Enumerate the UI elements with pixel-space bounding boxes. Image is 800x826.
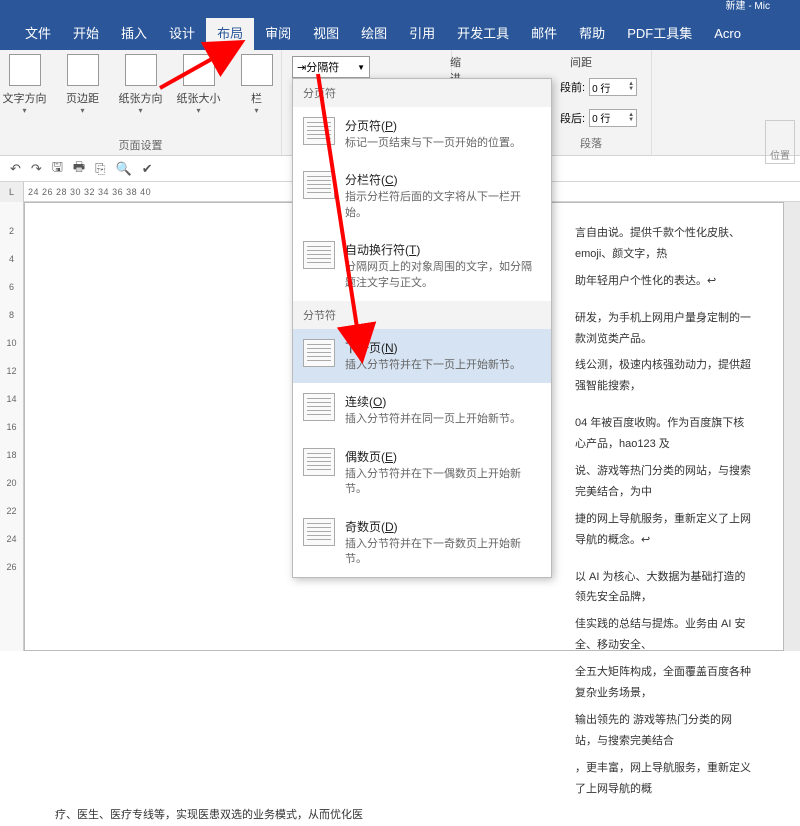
size-button[interactable]: 纸张大小▾: [173, 54, 225, 115]
ruler-corner: L: [0, 182, 24, 202]
space-before-label: 段前:: [560, 79, 585, 95]
tab-pdf[interactable]: PDF工具集: [616, 18, 703, 50]
tab-mail[interactable]: 邮件: [520, 18, 568, 50]
breaks-dropdown-menu: 分页符 分页符(P)标记一页结束与下一页开始的位置。 分栏符(C)指示分栏符后面…: [292, 78, 552, 578]
space-before-input[interactable]: 0 行▲▼: [589, 78, 637, 96]
tab-layout[interactable]: 布局: [206, 18, 254, 50]
margins-button[interactable]: 页边距▾: [57, 54, 109, 115]
orientation-icon: [125, 54, 157, 86]
text-wrap-icon: [303, 241, 335, 269]
tab-draw[interactable]: 绘图: [350, 18, 398, 50]
undo-button[interactable]: ↶: [10, 161, 21, 177]
tab-view[interactable]: 视图: [302, 18, 350, 50]
tab-insert[interactable]: 插入: [110, 18, 158, 50]
columns-icon: [241, 54, 273, 86]
margins-icon: [67, 54, 99, 86]
menu-item-continuous[interactable]: 连续(O)插入分节符并在同一页上开始新节。: [293, 383, 551, 437]
page-break-icon: [303, 117, 335, 145]
column-break-icon: [303, 171, 335, 199]
continuous-icon: [303, 393, 335, 421]
menu-item-text-wrap[interactable]: 自动换行符(T)分隔网页上的对象周围的文字，如分隔题注文字与正文。: [293, 231, 551, 301]
chevron-down-icon: ▼: [357, 63, 365, 72]
breaks-dropdown-trigger[interactable]: ⇥ 分隔符 ▼: [292, 56, 370, 78]
clipboard-button[interactable]: ⎘: [95, 161, 105, 177]
orientation-button[interactable]: 纸张方向▾: [115, 54, 167, 115]
section-label-section-breaks: 分节符: [293, 301, 551, 329]
tab-references[interactable]: 引用: [398, 18, 446, 50]
next-page-icon: [303, 339, 335, 367]
tab-home[interactable]: 开始: [62, 18, 110, 50]
breaks-icon: ⇥: [297, 61, 306, 74]
size-icon: [183, 54, 215, 86]
menu-item-next-page[interactable]: 下一页(N)插入分节符并在下一页上开始新节。: [293, 329, 551, 383]
section-label-page-breaks: 分页符: [293, 79, 551, 107]
print-button[interactable]: 🖶: [73, 158, 85, 180]
tab-design[interactable]: 设计: [158, 18, 206, 50]
tab-developer[interactable]: 开发工具: [446, 18, 520, 50]
menu-item-even-page[interactable]: 偶数页(E)插入分节符并在下一偶数页上开始新节。: [293, 438, 551, 508]
tab-help[interactable]: 帮助: [568, 18, 616, 50]
paragraph-label: 段落: [580, 135, 602, 151]
even-page-icon: [303, 448, 335, 476]
menu-item-odd-page[interactable]: 奇数页(D)插入分节符并在下一奇数页上开始新节。: [293, 508, 551, 578]
space-after-input[interactable]: 0 行▲▼: [589, 109, 637, 127]
tab-review[interactable]: 审阅: [254, 18, 302, 50]
vertical-ruler[interactable]: 2468101214161820222426: [0, 202, 24, 651]
odd-page-icon: [303, 518, 335, 546]
page-setup-label: 页面设置: [119, 137, 163, 153]
task-button[interactable]: ✔: [142, 161, 153, 177]
text-direction-icon: [9, 54, 41, 86]
position-button[interactable]: 位置: [765, 120, 795, 164]
menu-bar: 文件 开始 插入 设计 布局 审阅 视图 绘图 引用 开发工具 邮件 帮助 PD…: [0, 18, 800, 50]
text-direction-button[interactable]: 文字方向▾: [0, 54, 51, 115]
tab-acro[interactable]: Acro: [703, 18, 752, 50]
tab-file[interactable]: 文件: [14, 18, 62, 50]
spacing-header: 间距: [570, 54, 592, 70]
space-after-label: 段后:: [560, 110, 585, 126]
find-button[interactable]: 🔍: [116, 161, 132, 177]
menu-item-page-break[interactable]: 分页符(P)标记一页结束与下一页开始的位置。: [293, 107, 551, 161]
redo-button[interactable]: ↷: [31, 161, 42, 177]
title-bar: 新建 - Mic: [0, 0, 800, 18]
columns-button[interactable]: 栏▾: [231, 54, 283, 115]
save-button[interactable]: 🖫: [52, 158, 63, 180]
menu-item-column-break[interactable]: 分栏符(C)指示分栏符后面的文字将从下一栏开始。: [293, 161, 551, 231]
